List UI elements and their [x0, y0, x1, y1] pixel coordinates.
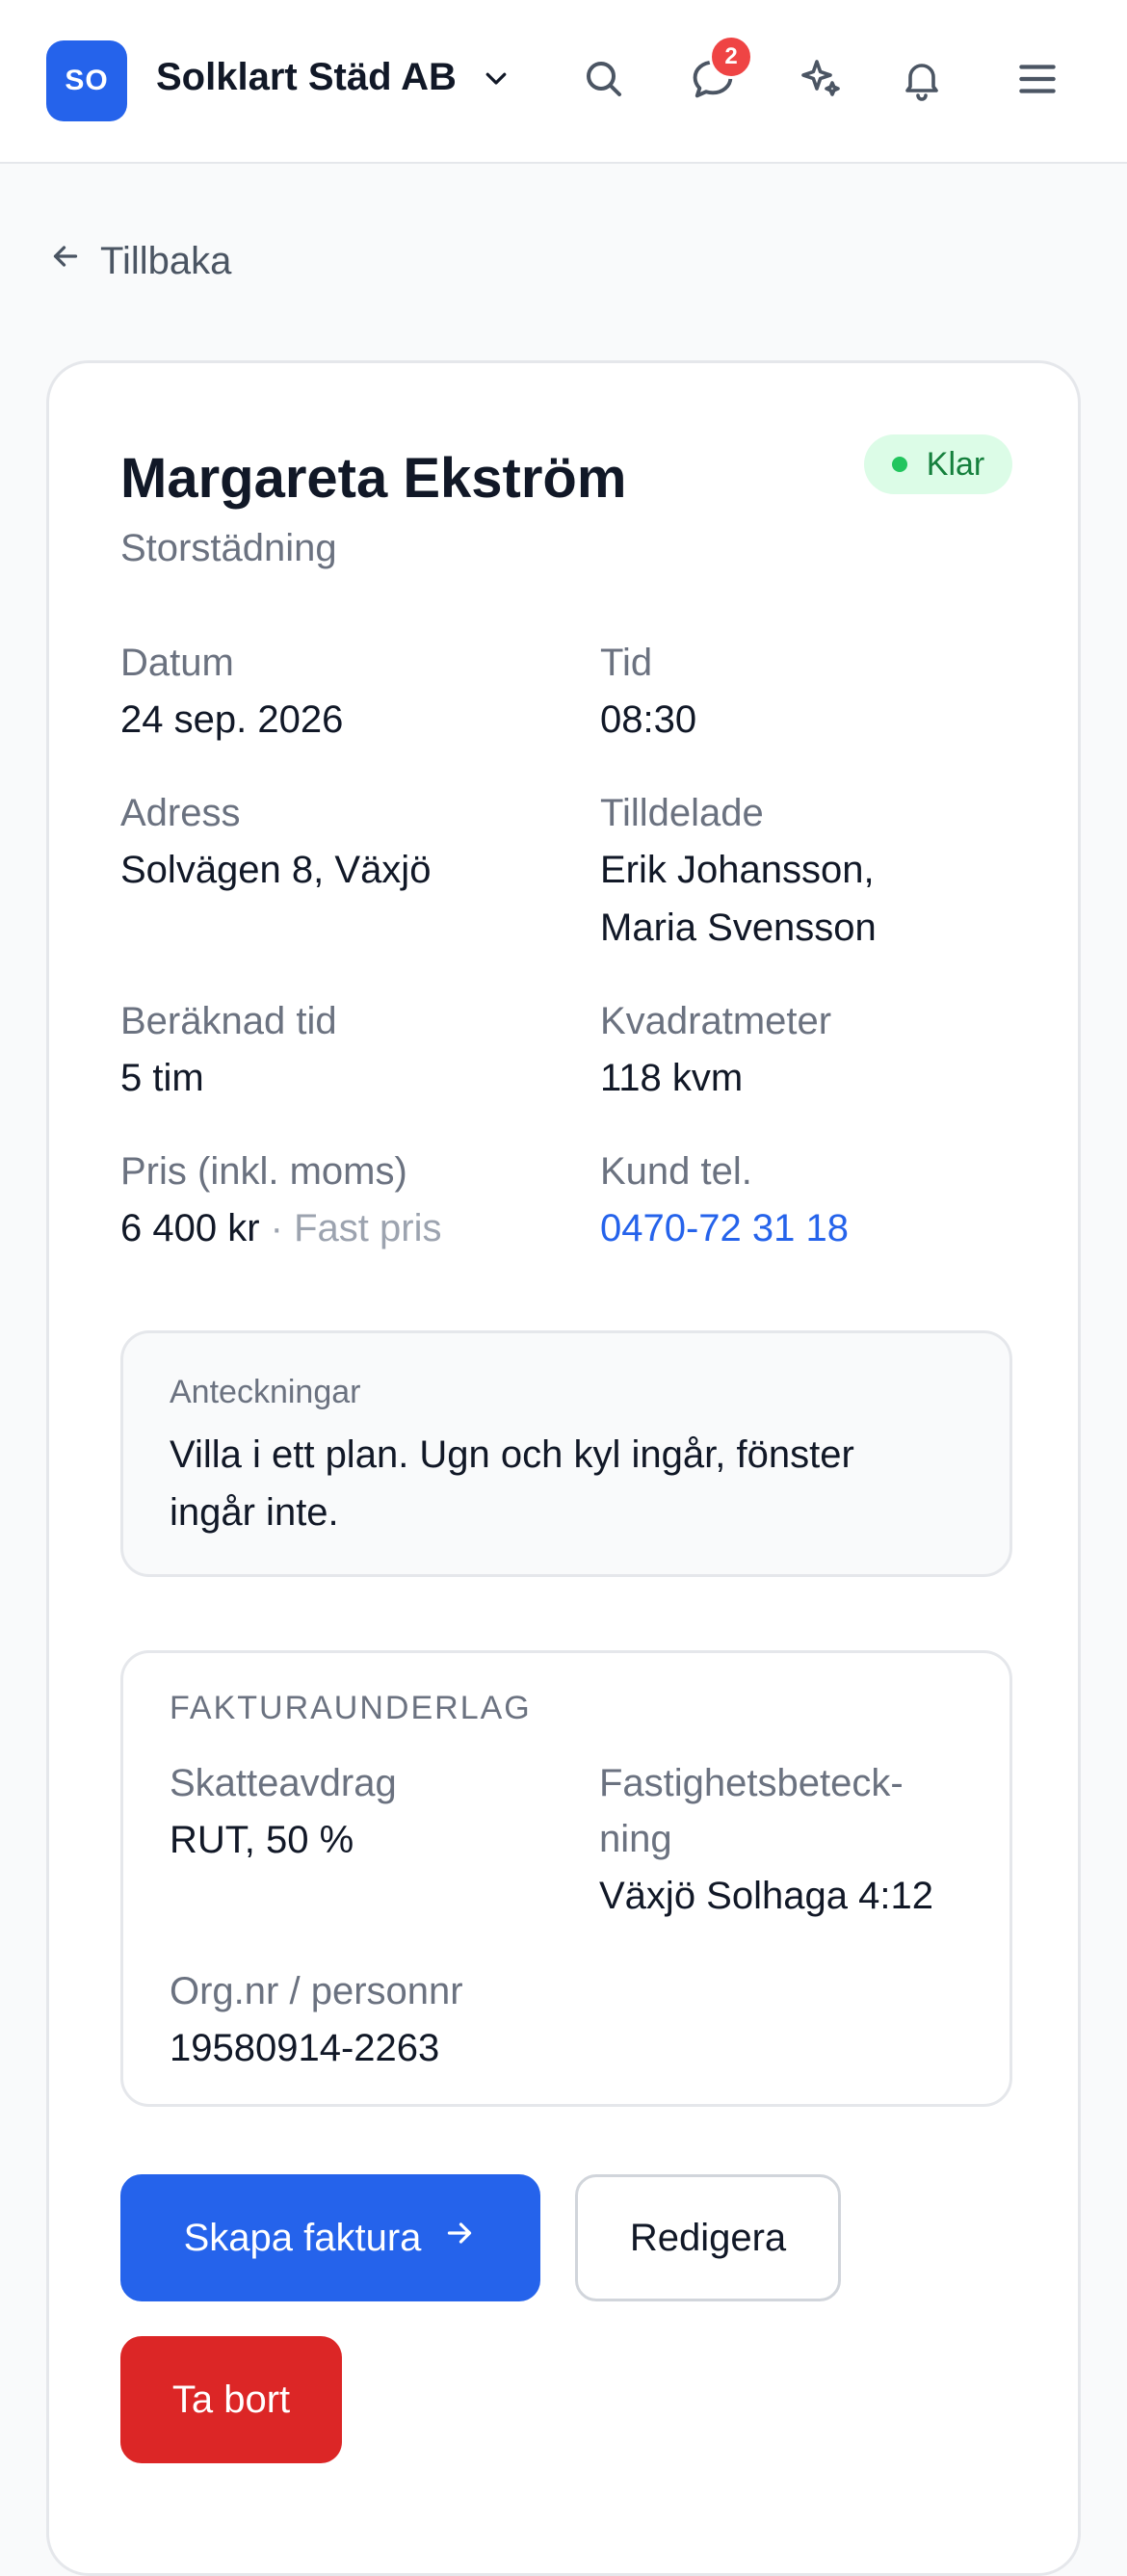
notes-text: Villa i ett plan. Ugn och kyl ingår, fön…: [170, 1426, 963, 1541]
phone-label: Kund tel.: [600, 1150, 752, 1193]
duration-value: 5 tim: [120, 1057, 204, 1099]
messages-button[interactable]: 2: [680, 35, 753, 114]
date-value: 24 sep. 2026: [120, 698, 344, 741]
price-field: Pris (inkl. moms) 6 400 kr · Fast pris: [120, 1143, 441, 1257]
tax-deduction-label: Skatteavdrag: [170, 1762, 397, 1804]
time-value: 08:30: [600, 698, 697, 741]
notes-line-2: ingår inte.: [170, 1491, 339, 1534]
arrow-right-icon: [421, 2216, 477, 2260]
create-invoice-label: Skapa faktura: [183, 2216, 422, 2259]
tax-deduction-field: Skatteavdrag RUT, 50 %: [170, 1755, 397, 1869]
notifications-button[interactable]: [889, 48, 955, 114]
assigned-value-1: Erik Johansson,: [600, 849, 875, 891]
edit-button[interactable]: Redigera: [575, 2174, 841, 2301]
tax-deduction-value: RUT, 50 %: [170, 1819, 354, 1861]
notes-line-1: Villa i ett plan. Ugn och kyl ingår, fön…: [170, 1433, 854, 1476]
price-type: · Fast pris: [270, 1207, 442, 1249]
top-bar: SO Solklart Städ AB 2: [0, 0, 1127, 164]
id-number-label: Org.nr / personnr: [170, 1970, 463, 2012]
customer-name: Margareta Ekström: [120, 447, 627, 510]
phone-field: Kund tel. 0470-72 31 18: [600, 1143, 849, 1257]
invoice-basis-box: FAKTURAUNDERLAG Skatteavdrag RUT, 50 % F…: [120, 1650, 1012, 2107]
delete-label: Ta bort: [171, 2378, 291, 2421]
property-designation-field: Fastighetsbeteck- ning Växjö Solhaga 4:1…: [599, 1755, 933, 1925]
assigned-label: Tilldelade: [600, 792, 764, 834]
create-invoice-button[interactable]: Skapa faktura: [120, 2174, 540, 2301]
property-designation-label-2: ning: [599, 1818, 672, 1860]
duration-field: Beräknad tid 5 tim: [120, 993, 337, 1107]
area-field: Kvadratmeter 118 kvm: [600, 993, 831, 1107]
property-designation-label-1: Fastighetsbeteck-: [599, 1762, 904, 1804]
address-value: Solvägen 8, Växjö: [120, 849, 432, 891]
area-label: Kvadratmeter: [600, 1000, 832, 1042]
status-badge: Klar: [864, 434, 1012, 494]
notes-label: Anteckningar: [170, 1374, 361, 1410]
ai-assistant-button[interactable]: [788, 48, 853, 114]
time-label: Tid: [600, 642, 653, 684]
address-field: Adress Solvägen 8, Växjö: [120, 785, 431, 899]
price-row: 6 400 kr · Fast pris: [120, 1199, 441, 1257]
notes-box: Anteckningar Villa i ett plan. Ugn och k…: [120, 1330, 1012, 1577]
bell-icon: [899, 56, 945, 107]
edit-label: Redigera: [629, 2216, 787, 2259]
status-label: Klar: [926, 445, 985, 483]
company-switcher[interactable]: Solklart Städ AB: [156, 56, 511, 99]
search-icon: [581, 56, 627, 107]
date-field: Datum 24 sep. 2026: [120, 635, 343, 749]
property-designation-value: Växjö Solhaga 4:12: [599, 1875, 933, 1917]
time-field: Tid 08:30: [600, 635, 696, 749]
address-label: Adress: [120, 792, 241, 834]
phone-link[interactable]: 0470-72 31 18: [600, 1199, 849, 1257]
search-button[interactable]: [571, 48, 637, 114]
arrow-left-icon: [48, 239, 100, 283]
id-number-value: 19580914-2263: [170, 2027, 440, 2069]
assigned-value-2: Maria Svensson: [600, 907, 877, 949]
duration-label: Beräknad tid: [120, 1000, 337, 1042]
service-type: Storstädning: [120, 527, 337, 569]
job-detail-card: Margareta Ekström Klar Storstädning Datu…: [46, 360, 1081, 2576]
id-number-field: Org.nr / personnr 19580914-2263: [170, 1963, 463, 2077]
company-avatar[interactable]: SO: [46, 40, 127, 121]
status-dot-icon: [891, 457, 907, 472]
messages-badge: 2: [709, 35, 753, 79]
back-link[interactable]: Tillbaka: [48, 239, 231, 283]
menu-icon: [1013, 55, 1061, 108]
sparkle-icon: [798, 56, 844, 107]
assigned-field: Tilldelade Erik Johansson, Maria Svensso…: [600, 785, 877, 957]
company-name: Solklart Städ AB: [156, 56, 457, 98]
back-label: Tillbaka: [100, 239, 232, 282]
delete-button[interactable]: Ta bort: [120, 2336, 342, 2463]
price-value: 6 400 kr: [120, 1207, 260, 1249]
area-value: 118 kvm: [600, 1057, 744, 1099]
menu-button[interactable]: [1005, 48, 1070, 114]
date-label: Datum: [120, 642, 234, 684]
invoice-heading: FAKTURAUNDERLAG: [170, 1690, 532, 1726]
price-label: Pris (inkl. moms): [120, 1150, 407, 1193]
chevron-down-icon: [482, 64, 511, 92]
